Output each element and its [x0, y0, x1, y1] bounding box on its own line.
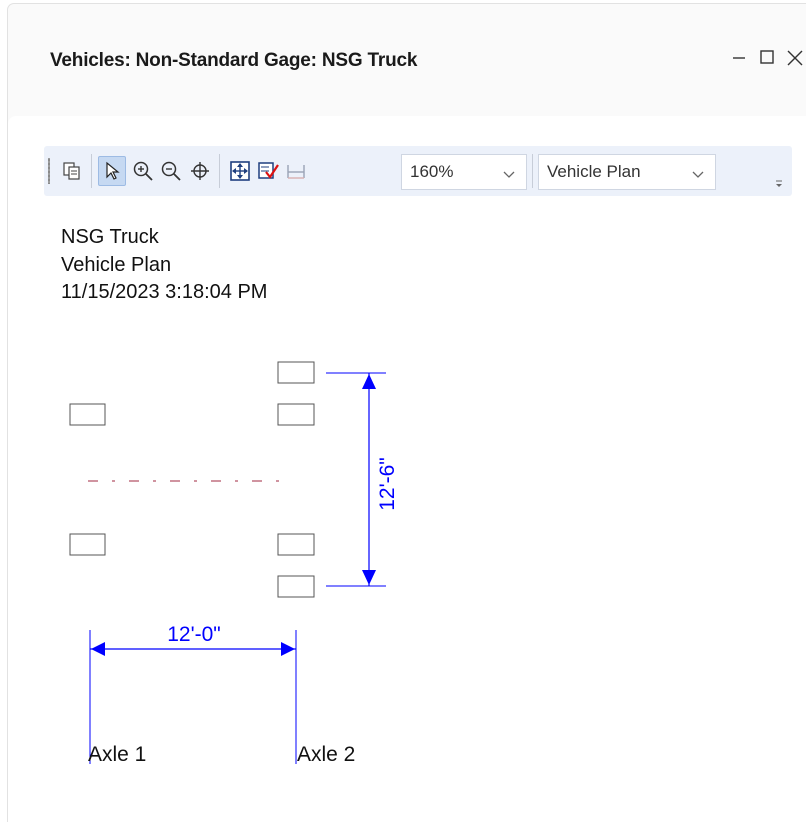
tire-axle1-right — [69, 533, 106, 556]
tire-axle1-left — [69, 403, 106, 426]
toolbar-grip[interactable] — [48, 158, 50, 184]
title-bar: Vehicles: Non-Standard Gage: NSG Truck — [8, 4, 806, 116]
dimensions-icon[interactable] — [282, 156, 310, 186]
report-vehicle-name: NSG Truck — [61, 226, 159, 248]
zoom-in-icon[interactable] — [129, 156, 157, 186]
zoom-combo[interactable]: 160% — [401, 154, 527, 190]
view-value: Vehicle Plan — [547, 162, 641, 181]
drawing-toolbar: 160% Vehicle Plan — [44, 146, 792, 196]
axle-2-label: Axle 2 — [297, 743, 356, 766]
tire-axle2-right-inner — [277, 533, 315, 556]
vehicle-plan-drawing: 12'-6" 12'-0" — [69, 361, 399, 764]
report-area: 12'-6" 12'-0" 160% Vehicle Plan NSG Truc… — [8, 116, 806, 822]
zoom-value: 160% — [410, 162, 454, 181]
axle-spacing-label: 12'-0" — [167, 623, 221, 646]
gage-dimension-label: 12'-6" — [376, 457, 399, 511]
close-icon[interactable] — [785, 48, 803, 74]
chevron-down-icon — [502, 166, 516, 186]
minimize-icon[interactable] — [732, 48, 746, 74]
tire-axle2-left-inner — [277, 403, 315, 426]
maximize-icon[interactable] — [759, 48, 775, 74]
view-combo[interactable]: Vehicle Plan — [538, 154, 716, 190]
pan-icon[interactable] — [186, 156, 214, 186]
axle-1-label: Axle 1 — [88, 743, 147, 766]
window-title: Vehicles: Non-Standard Gage: NSG Truck — [50, 50, 418, 71]
report-timestamp: 11/15/2023 3:18:04 PM — [61, 281, 268, 303]
chevron-down-icon — [691, 166, 705, 186]
vehicle-window: Vehicles: Non-Standard Gage: NSG Truck 1… — [7, 3, 806, 822]
select-pointer-icon[interactable] — [98, 156, 126, 186]
tire-axle2-right-outer — [277, 575, 315, 598]
zoom-out-icon[interactable] — [157, 156, 185, 186]
properties-check-icon[interactable] — [254, 156, 282, 186]
report-view-name: Vehicle Plan — [61, 254, 172, 276]
zoom-extents-icon[interactable] — [226, 156, 254, 186]
tire-axle2-left-outer — [277, 361, 315, 384]
copy-icon[interactable] — [58, 156, 86, 186]
toolbar-overflow-icon[interactable] — [774, 176, 784, 194]
